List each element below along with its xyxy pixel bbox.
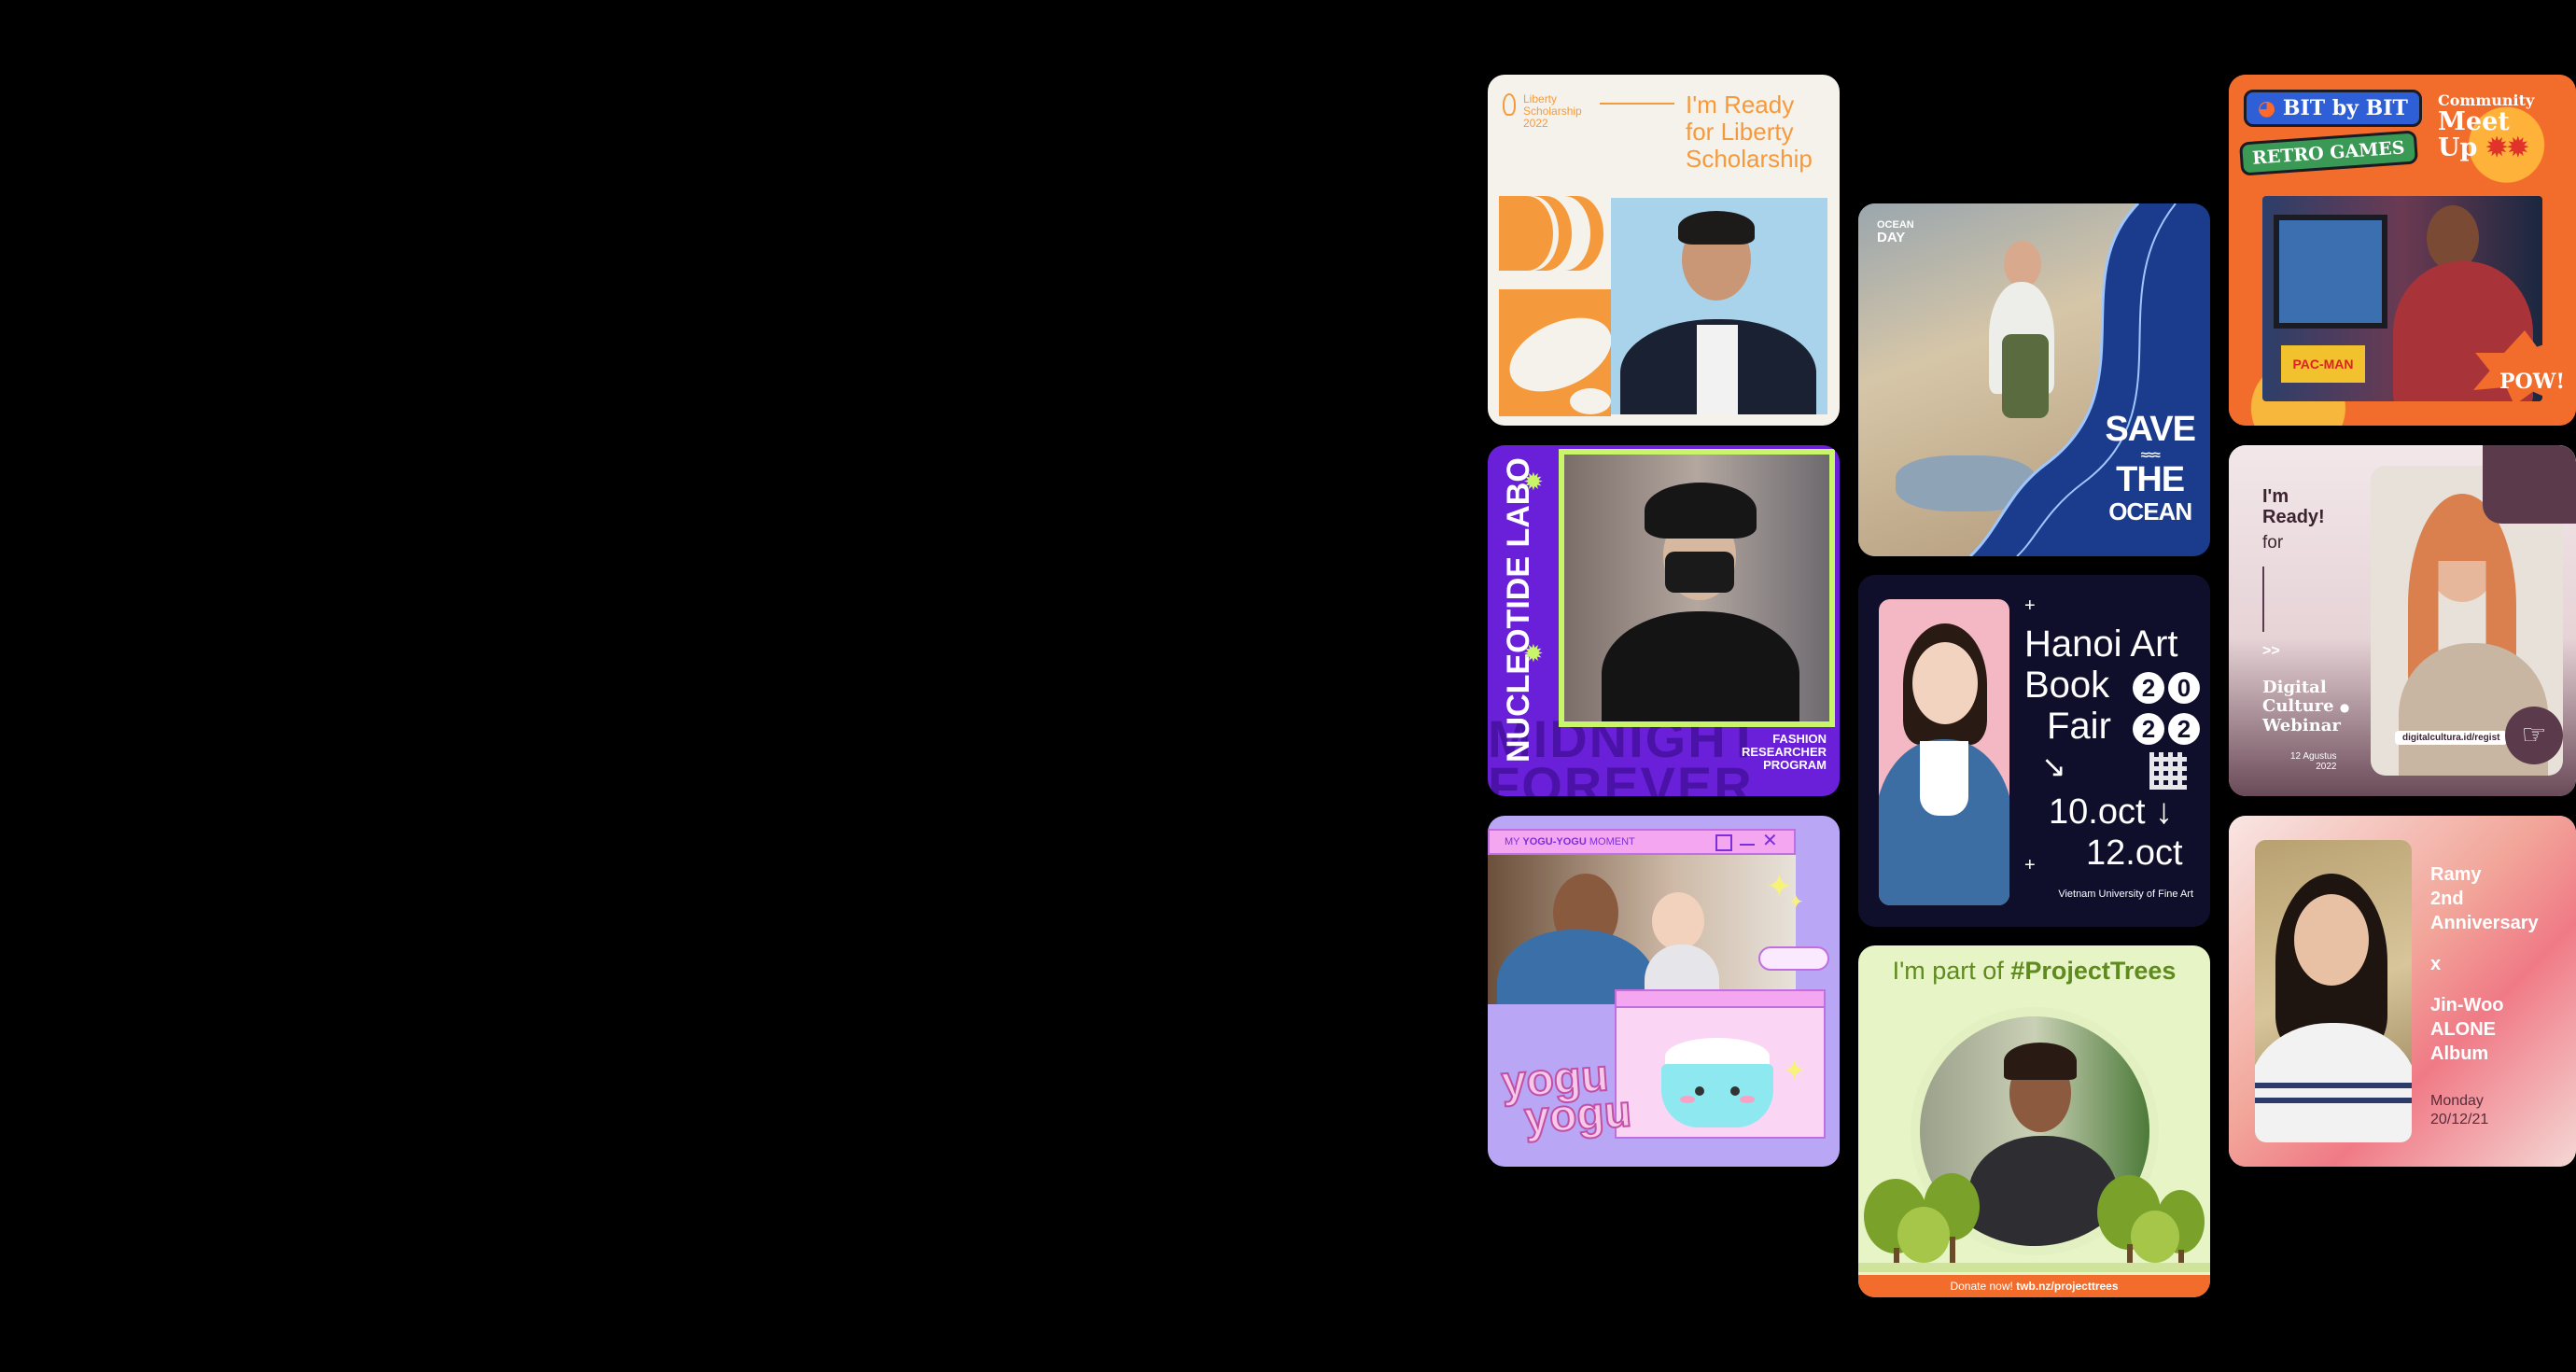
yogu-window-maximize-icon[interactable] <box>1715 834 1732 851</box>
hanoi-qr-code-icon <box>2149 752 2187 790</box>
liberty-logo-text: Liberty Scholarship 2022 <box>1523 92 1582 130</box>
yogu-cloud-graphic <box>1758 946 1829 971</box>
pacman-icon: ◕ <box>2258 96 2276 120</box>
ocean-headline: SAVE ≈≈≈ THE OCEAN <box>2105 410 2196 525</box>
webinar-date: 12 Agustus 2022 <box>2290 751 2337 772</box>
retro-badge-bit-by-bit: ◕ BIT by BIT <box>2244 90 2422 127</box>
hanoi-dates: 10.oct ↓ 12.oct <box>2049 792 2183 873</box>
hanoi-plus-icon: + <box>2024 595 2036 616</box>
template-card-hanoi-art-book-fair[interactable]: + Hanoi Art Book Fair 2 0 2 2 ↘ 10.oct ↓… <box>1858 575 2210 927</box>
liberty-logo-icon <box>1503 93 1516 116</box>
liberty-portrait-photo <box>1611 198 1827 414</box>
webinar-corner-block <box>2483 445 2576 524</box>
liberty-headline: I'm Ready for Liberty Scholarship <box>1686 91 1813 173</box>
retro-arcade-label: PAC-MAN <box>2281 345 2365 383</box>
yogu-cup-graphic <box>1661 1038 1773 1127</box>
yogu-sparkle-icon: ✦ <box>1783 1056 1807 1086</box>
yogu-sparkle-icon: ✦ <box>1788 892 1804 913</box>
yogu-window-minimize-icon[interactable] <box>1740 844 1755 846</box>
yogu-logo: yogu yogu <box>1499 1050 1634 1144</box>
retro-meetup-title: Community Meet Up ✹✹ <box>2438 91 2535 162</box>
nucleotide-vertical-title: NUCLEOTIDE LABO <box>1501 457 1536 763</box>
webinar-vertical-rule <box>2262 567 2264 632</box>
webinar-arrows: >> <box>2262 643 2280 659</box>
hanoi-portrait-photo <box>1879 599 2009 905</box>
template-card-yogu-yogu[interactable]: MY YOGU-YOGU MOMENT ✕ ✦ ✦ ✦ yogu yogu <box>1488 816 1840 1167</box>
retro-pow-text: POW! <box>2499 370 2566 394</box>
template-card-nucleotide-labo[interactable]: MIDNIGHT FOREVER NUCLEOTIDE LABO ✹ ✹ FAS… <box>1488 445 1840 796</box>
webinar-cursor-icon: ☞ <box>2505 707 2563 764</box>
hanoi-venue: Vietnam University of Fine Art <box>2058 889 2193 900</box>
yogu-window-close-icon[interactable]: ✕ <box>1762 829 1778 852</box>
webinar-register-url[interactable]: digitalcultura.id/regist <box>2395 731 2508 745</box>
trees-headline: I'm part of #ProjectTrees <box>1892 957 2177 985</box>
template-card-ramy-anniversary[interactable]: Ramy 2nd Anniversary x Jin-Woo ALONE Alb… <box>2229 816 2576 1167</box>
webinar-title: Digital Culture ● Webinar <box>2262 678 2350 735</box>
template-card-liberty-scholarship[interactable]: Liberty Scholarship 2022 I'm Ready for L… <box>1488 75 1840 426</box>
ramy-portrait-photo <box>2255 840 2412 1142</box>
ocean-day-tag: OCEAN DAY <box>1877 219 1914 245</box>
ramy-date: Monday 20/12/21 <box>2430 1093 2489 1127</box>
yogu-window-titlebar: MY YOGU-YOGU MOMENT <box>1488 829 1796 855</box>
webinar-ready-text: I'm Ready! for <box>2262 486 2325 553</box>
trees-illustration <box>1858 1173 2210 1272</box>
hanoi-arrow-icon: ↘ <box>2041 749 2066 783</box>
nucleotide-program-tag: FASHION RESEARCHER PROGRAM <box>1741 732 1827 772</box>
nucleotide-star-icon: ✹ <box>1523 639 1544 667</box>
liberty-shapes-graphic <box>1499 196 1611 416</box>
nucleotide-star-icon: ✹ <box>1523 468 1544 496</box>
template-card-project-trees[interactable]: I'm part of #ProjectTrees Donate now! tw… <box>1858 945 2210 1297</box>
nucleotide-photo <box>1559 449 1835 727</box>
template-card-save-the-ocean[interactable]: OCEAN DAY SAVE ≈≈≈ THE OCEAN <box>1858 203 2210 556</box>
template-card-retro-games-meetup[interactable]: PAC-MAN ◕ BIT by BIT RETRO GAMES Communi… <box>2229 75 2576 426</box>
liberty-rule <box>1600 103 1674 105</box>
template-card-digital-culture-webinar[interactable]: I'm Ready! for >> Digital Culture ● Webi… <box>2229 445 2576 796</box>
yogu-family-photo <box>1488 855 1796 1004</box>
hanoi-plus-icon: + <box>2024 855 2036 875</box>
ramy-title: Ramy 2nd Anniversary x Jin-Woo ALONE Alb… <box>2430 864 2539 1064</box>
trees-donate-bar[interactable]: Donate now! twb.nz/projecttrees <box>1858 1275 2210 1297</box>
